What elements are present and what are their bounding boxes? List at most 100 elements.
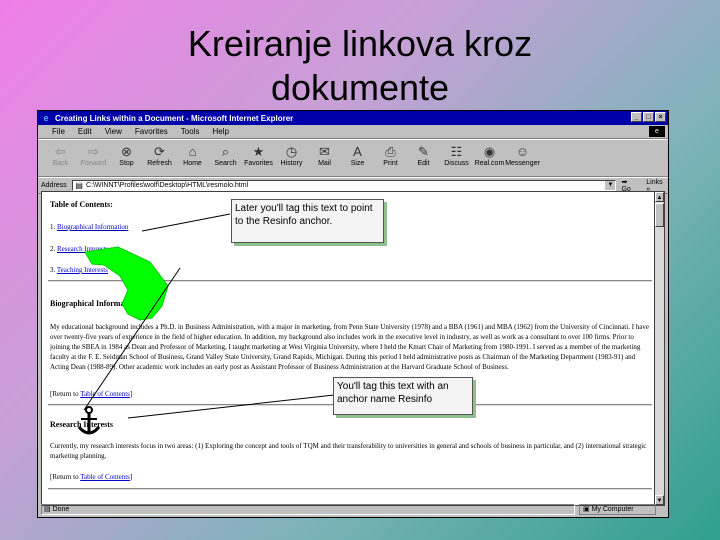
bio-paragraph: My educational background includes a Ph.…: [50, 323, 649, 371]
address-dropdown-icon[interactable]: ▼: [605, 181, 616, 190]
realcom-icon: ◉: [483, 144, 496, 159]
toolbar-label: History: [280, 160, 303, 167]
discuss-button[interactable]: ☷ Discuss: [440, 140, 473, 167]
forward-arrow-icon: ⇨: [88, 144, 99, 159]
realcom-button[interactable]: ◉ Real.com: [473, 140, 506, 167]
toc-link-teaching[interactable]: Teaching Interests: [57, 266, 108, 274]
callout-bottom: You'll tag this text with an anchor name…: [333, 377, 473, 415]
page-icon: ▤: [75, 181, 83, 190]
toc-heading: Table of Contents:: [50, 200, 113, 209]
toolbar-label: Mail: [318, 160, 331, 167]
scroll-thumb[interactable]: [655, 203, 664, 227]
toolbar-label: Search: [214, 160, 237, 167]
slide-title: Kreiranje linkova kroz dokumente: [0, 22, 720, 110]
toolbar-label: Refresh: [147, 160, 172, 167]
search-icon: ⌕: [221, 144, 230, 159]
home-button[interactable]: ⌂ Home: [176, 140, 209, 167]
menu-item-favorites[interactable]: Favorites: [135, 127, 168, 136]
print-icon: ⎙: [385, 144, 396, 159]
history-button[interactable]: ◷ History: [275, 140, 308, 167]
font-size-icon: A: [353, 144, 362, 159]
computer-icon: ▣: [583, 506, 590, 513]
toolbar-label: Back: [52, 160, 69, 167]
address-value: C:\WINNT\Profiles\wolf\Desktop\HTML\resm…: [85, 182, 249, 189]
maximize-button[interactable]: □: [643, 112, 654, 122]
favorites-button[interactable]: ★ Favorites: [242, 140, 275, 167]
divider: [48, 280, 652, 282]
minimize-button[interactable]: _: [631, 112, 642, 122]
menu-item-help[interactable]: Help: [212, 127, 228, 136]
menu-item-edit[interactable]: Edit: [78, 127, 92, 136]
toolbar: ⇦ Back ⇨ Forward ⊗ Stop ⟳ Refresh ⌂ Home ⌕ Search ★ F…: [38, 139, 668, 177]
mail-icon: ✉: [319, 144, 330, 159]
return-suffix: ]: [129, 473, 133, 481]
refresh-button[interactable]: ⟳ Refresh: [143, 140, 176, 167]
messenger-icon: ☺: [515, 144, 530, 159]
toolbar-label: Home: [183, 160, 202, 167]
toolbar-label: Edit: [417, 160, 430, 167]
search-button[interactable]: ⌕ Search: [209, 140, 242, 167]
refresh-icon: ⟳: [154, 144, 165, 159]
mail-button[interactable]: ✉ Mail: [308, 140, 341, 167]
status-bar: ▤ Done ▣ My Computer: [41, 504, 656, 515]
slide-title-line1: Kreiranje linkova kroz: [187, 23, 533, 64]
return-to-toc-link[interactable]: Table of Contents: [80, 390, 130, 398]
toolbar-label: Messenger: [505, 160, 540, 167]
toolbar-label: Stop: [119, 160, 134, 167]
history-icon: ◷: [285, 144, 298, 159]
size-button[interactable]: A Size: [341, 140, 374, 167]
status-label: Done: [52, 506, 70, 513]
bio-heading: Biographical Information: [50, 299, 138, 308]
toolbar-label: Real.com: [474, 160, 505, 167]
menu-bar: File Edit View Favorites Tools Help e: [38, 125, 668, 139]
address-label: Address: [41, 182, 67, 189]
print-button[interactable]: ⎙ Print: [374, 140, 407, 167]
toc-item-2: 2. Research Interests: [50, 245, 108, 253]
return-prefix: [Return to: [50, 473, 81, 481]
return-prefix: [Return to: [50, 390, 81, 398]
home-icon: ⌂: [188, 144, 197, 159]
window-title: Creating Links within a Document - Micro…: [55, 113, 294, 123]
address-input[interactable]: ▤ C:\WINNT\Profiles\wolf\Desktop\HTML\re…: [72, 180, 617, 191]
menu-item-view[interactable]: View: [105, 127, 122, 136]
bio-return: [Return to Table of Contents]: [50, 390, 132, 398]
toolbar-label: Discuss: [444, 160, 469, 167]
divider: [48, 488, 652, 490]
menu-item-file[interactable]: File: [52, 127, 65, 136]
toolbar-label: Print: [383, 160, 398, 167]
scroll-up-icon[interactable]: ▲: [655, 192, 664, 202]
back-button[interactable]: ⇦ Back: [44, 140, 77, 167]
status-page-icon: ▤: [44, 506, 51, 513]
edit-icon: ✎: [418, 144, 429, 159]
research-return: [Return to Table of Contents]: [50, 473, 132, 481]
return-suffix: ]: [129, 390, 133, 398]
menu-item-tools[interactable]: Tools: [181, 127, 200, 136]
edit-button[interactable]: ✎ Edit: [407, 140, 440, 167]
toc-link-biographical[interactable]: Biographical Information: [57, 223, 128, 231]
ie-throbber-icon: e: [649, 126, 665, 137]
close-button[interactable]: ×: [655, 112, 666, 122]
status-text: ▤ Done: [41, 504, 575, 515]
browser-window: e Creating Links within a Document - Mic…: [37, 110, 669, 518]
return-to-toc-link[interactable]: Table of Contents: [80, 473, 130, 481]
messenger-button[interactable]: ☺ Messenger: [505, 140, 540, 167]
scroll-down-icon[interactable]: ▼: [655, 495, 664, 505]
slide-title-line2: dokumente: [270, 67, 450, 108]
callout-top: Later you'll tag this text to point to t…: [231, 199, 384, 243]
favorites-icon: ★: [252, 144, 265, 159]
toc-item-1: 1. Biographical Information: [50, 223, 128, 231]
toolbar-label: Forward: [80, 160, 107, 167]
toolbar-label: Favorites: [244, 160, 273, 167]
status-zone-label: My Computer: [591, 506, 634, 513]
window-titlebar[interactable]: e Creating Links within a Document - Mic…: [38, 111, 668, 125]
back-arrow-icon: ⇦: [55, 144, 66, 159]
vertical-scrollbar[interactable]: ▲ ▼: [654, 191, 665, 506]
forward-button[interactable]: ⇨ Forward: [77, 140, 110, 167]
toc-link-research[interactable]: Research Interests: [57, 245, 108, 253]
research-heading: Research Interests: [50, 420, 114, 429]
ie-logo-icon: e: [43, 113, 49, 123]
discuss-icon: ☷: [450, 144, 463, 159]
stop-button[interactable]: ⊗ Stop: [110, 140, 143, 167]
stop-icon: ⊗: [121, 144, 132, 159]
status-zone: ▣ My Computer: [579, 504, 656, 515]
